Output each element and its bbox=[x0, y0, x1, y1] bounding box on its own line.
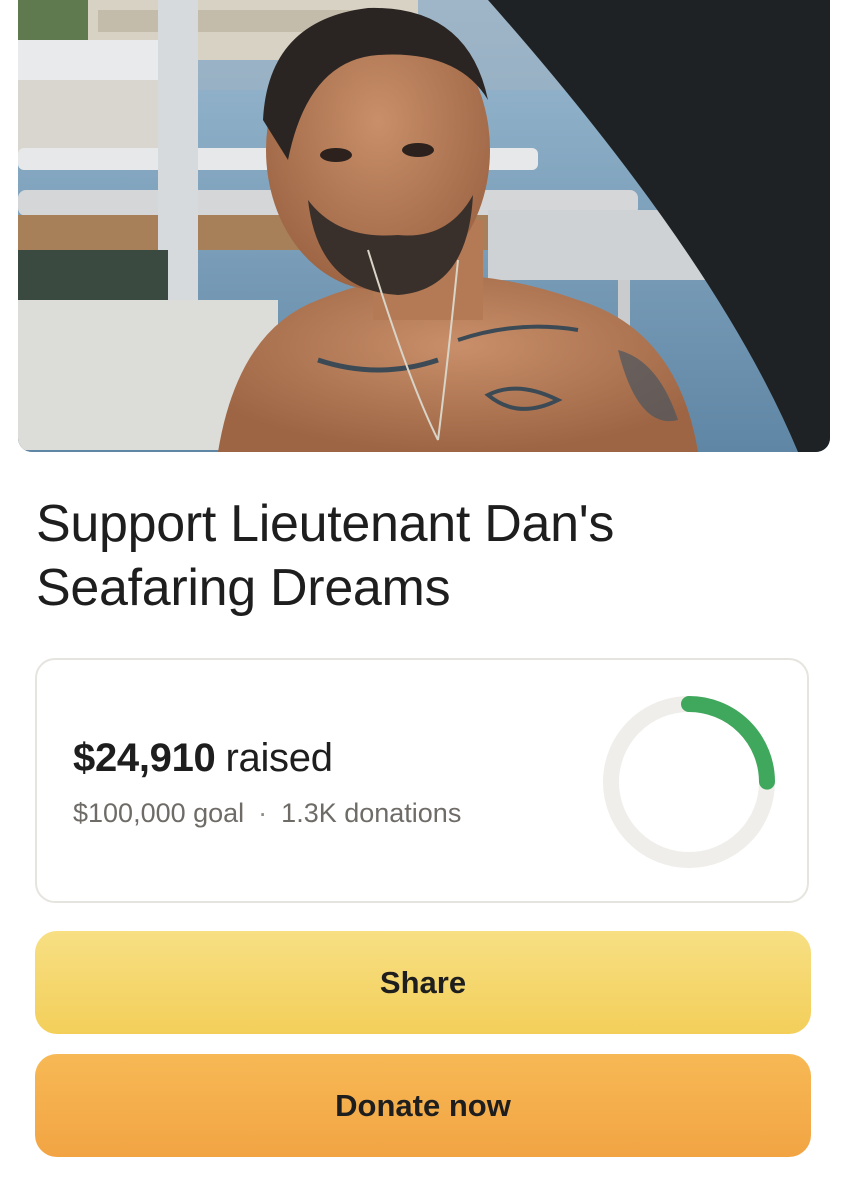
progress-ring bbox=[603, 696, 775, 868]
campaign-photo bbox=[18, 0, 830, 452]
raised-amount-value: $24,910 bbox=[73, 736, 216, 780]
campaign-title: Support Lieutenant Dan's Seafaring Dream… bbox=[36, 495, 615, 617]
separator-dot: · bbox=[258, 798, 268, 828]
goal-and-donations: $100,000 goal · 1.3K donations bbox=[73, 798, 461, 829]
donate-now-button[interactable]: Donate now bbox=[35, 1054, 811, 1157]
goal-text: $100,000 goal bbox=[73, 798, 245, 828]
raised-label: raised bbox=[225, 736, 333, 780]
share-button[interactable]: Share bbox=[35, 931, 811, 1034]
donation-progress-card: $24,910 raised $100,000 goal · 1.3K donatio… bbox=[35, 658, 809, 903]
donations-count: 1.3K donations bbox=[281, 798, 462, 828]
raised-amount: $24,910 raised bbox=[73, 736, 333, 781]
